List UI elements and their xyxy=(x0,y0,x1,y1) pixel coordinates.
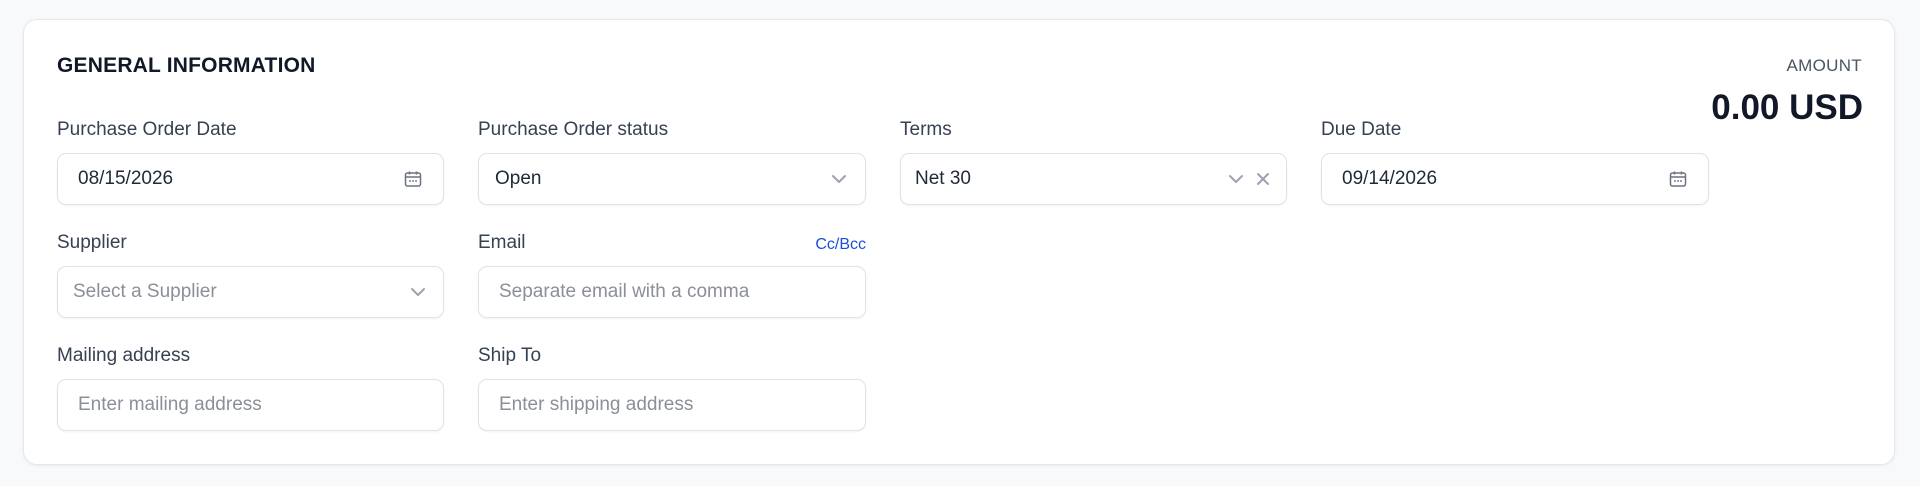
po-status-select[interactable]: Open xyxy=(478,153,866,205)
due-date-field[interactable]: 09/14/2026 xyxy=(1321,153,1709,205)
mailing-address-label: Mailing address xyxy=(57,345,191,366)
supplier-label: Supplier xyxy=(57,232,127,253)
cc-bcc-link[interactable]: Cc/Bcc xyxy=(815,236,866,254)
po-status-label: Purchase Order status xyxy=(478,119,669,140)
chevron-down-icon[interactable] xyxy=(1226,169,1246,189)
supplier-placeholder: Select a Supplier xyxy=(73,281,217,302)
terms-label: Terms xyxy=(900,119,952,140)
calendar-icon[interactable] xyxy=(403,169,423,189)
terms-value: Net 30 xyxy=(915,168,971,189)
mailing-address-input[interactable] xyxy=(57,379,444,431)
po-date-field[interactable]: 08/15/2026 xyxy=(57,153,444,205)
email-label: Email xyxy=(478,232,526,253)
calendar-icon[interactable] xyxy=(1668,169,1688,189)
amount-value: 0.00 USD xyxy=(1711,88,1863,127)
due-date-label: Due Date xyxy=(1321,119,1402,140)
close-icon[interactable] xyxy=(1254,170,1272,188)
section-title: GENERAL INFORMATION xyxy=(57,54,316,77)
due-date-value: 09/14/2026 xyxy=(1342,168,1438,189)
po-status-value: Open xyxy=(495,168,542,189)
po-date-label: Purchase Order Date xyxy=(57,119,237,140)
chevron-down-icon[interactable] xyxy=(829,169,849,189)
email-input[interactable] xyxy=(478,266,866,318)
supplier-select[interactable]: Select a Supplier xyxy=(57,266,444,318)
amount-label: AMOUNT xyxy=(1786,56,1862,75)
po-date-value: 08/15/2026 xyxy=(78,168,174,189)
chevron-down-icon[interactable] xyxy=(408,282,428,302)
ship-to-label: Ship To xyxy=(478,345,542,366)
ship-to-input[interactable] xyxy=(478,379,866,431)
terms-select[interactable]: Net 30 xyxy=(900,153,1287,205)
